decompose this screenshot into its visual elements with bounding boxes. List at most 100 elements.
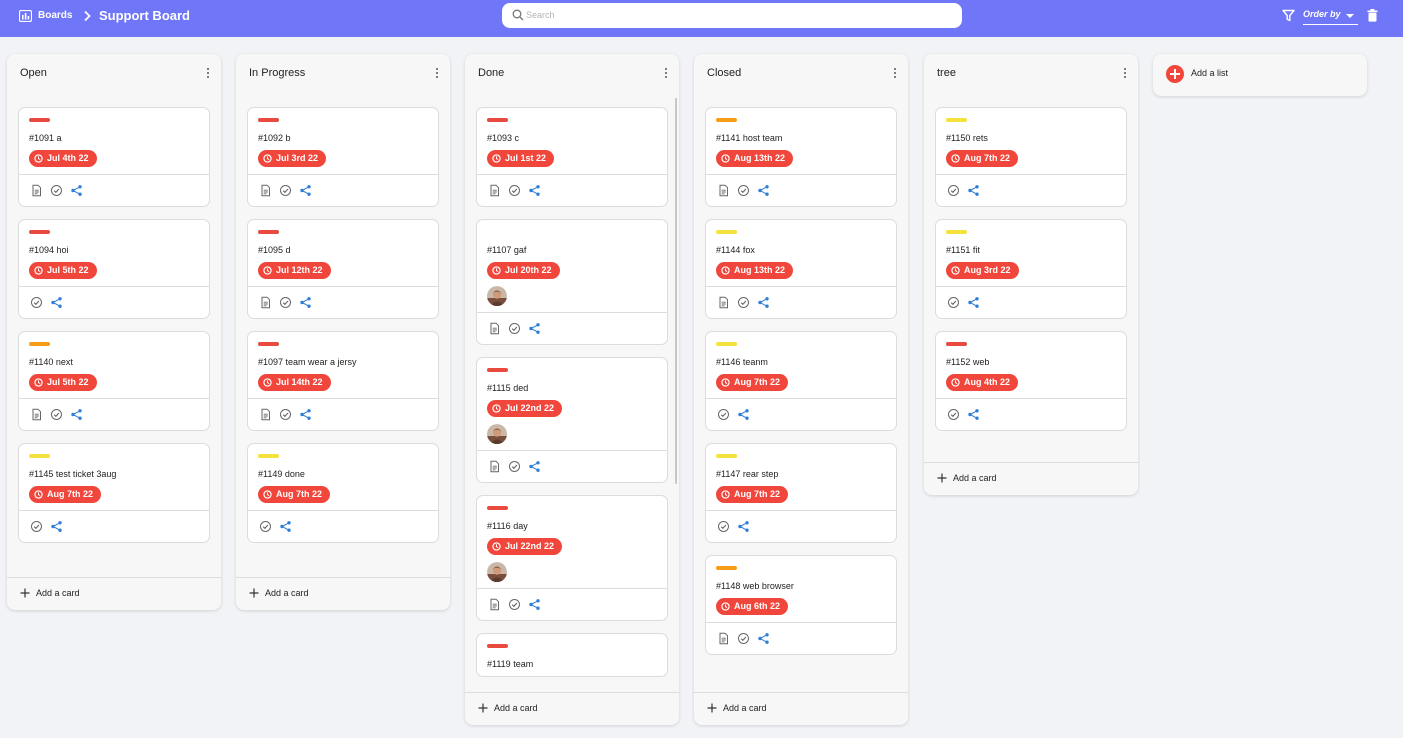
- breadcrumb-boards-link[interactable]: Boards: [38, 9, 72, 23]
- description-icon[interactable]: [488, 322, 501, 335]
- ticket-card[interactable]: #1091 a Jul 4th 22: [18, 107, 210, 207]
- check-circle-icon[interactable]: [947, 408, 960, 421]
- check-circle-icon[interactable]: [737, 296, 750, 309]
- ticket-card[interactable]: #1107 gaf Jul 20th 22: [476, 219, 668, 345]
- add-card-button[interactable]: Add a card: [465, 692, 679, 724]
- scrollbar[interactable]: [675, 98, 677, 484]
- check-circle-icon[interactable]: [279, 184, 292, 197]
- check-circle-icon[interactable]: [508, 322, 521, 335]
- check-circle-icon[interactable]: [279, 408, 292, 421]
- ticket-card[interactable]: #1150 rets Aug 7th 22: [935, 107, 1127, 207]
- ticket-card[interactable]: #1093 c Jul 1st 22: [476, 107, 668, 207]
- share-icon[interactable]: [50, 296, 63, 309]
- description-icon[interactable]: [259, 408, 272, 421]
- share-icon[interactable]: [70, 184, 83, 197]
- check-circle-icon[interactable]: [30, 520, 43, 533]
- description-icon[interactable]: [717, 184, 730, 197]
- description-icon[interactable]: [259, 296, 272, 309]
- description-icon[interactable]: [717, 632, 730, 645]
- priority-indicator: [258, 454, 279, 458]
- ticket-card[interactable]: #1144 fox Aug 13th 22: [705, 219, 897, 319]
- ticket-card[interactable]: #1152 web Aug 4th 22: [935, 331, 1127, 431]
- check-circle-icon[interactable]: [259, 520, 272, 533]
- share-icon[interactable]: [299, 408, 312, 421]
- search-box[interactable]: [502, 3, 962, 28]
- more-vert-icon[interactable]: [433, 68, 441, 80]
- share-icon[interactable]: [299, 296, 312, 309]
- boards-icon[interactable]: [19, 10, 32, 22]
- share-icon[interactable]: [50, 520, 63, 533]
- filter-icon[interactable]: [1282, 9, 1295, 22]
- share-icon[interactable]: [737, 520, 750, 533]
- more-vert-icon[interactable]: [204, 68, 212, 80]
- ticket-card[interactable]: #1141 host team Aug 13th 22: [705, 107, 897, 207]
- card-container: #1091 a Jul 4th 22 #1094 hoi Jul 5th 22 #114…: [18, 107, 210, 607]
- check-circle-icon[interactable]: [508, 184, 521, 197]
- ticket-card[interactable]: #1151 fit Aug 3rd 22: [935, 219, 1127, 319]
- add-card-button[interactable]: Add a card: [7, 577, 221, 609]
- ticket-card[interactable]: #1119 team: [476, 633, 668, 677]
- check-circle-icon[interactable]: [508, 460, 521, 473]
- check-circle-icon[interactable]: [717, 408, 730, 421]
- ticket-card[interactable]: #1148 web browser Aug 6th 22: [705, 555, 897, 655]
- ticket-card[interactable]: #1095 d Jul 12th 22: [247, 219, 439, 319]
- check-circle-icon[interactable]: [947, 184, 960, 197]
- share-icon[interactable]: [528, 460, 541, 473]
- share-icon[interactable]: [967, 296, 980, 309]
- check-circle-icon[interactable]: [717, 520, 730, 533]
- share-icon[interactable]: [299, 184, 312, 197]
- share-icon[interactable]: [70, 408, 83, 421]
- ticket-card[interactable]: #1094 hoi Jul 5th 22: [18, 219, 210, 319]
- check-circle-icon[interactable]: [50, 408, 63, 421]
- check-circle-icon[interactable]: [508, 598, 521, 611]
- description-icon[interactable]: [488, 460, 501, 473]
- due-date-badge: Aug 7th 22: [946, 150, 1019, 167]
- ticket-card[interactable]: #1146 teanm Aug 7th 22: [705, 331, 897, 431]
- avatar[interactable]: [487, 424, 507, 444]
- check-circle-icon[interactable]: [279, 296, 292, 309]
- ticket-card[interactable]: #1149 done Aug 7th 22: [247, 443, 439, 543]
- share-icon[interactable]: [528, 322, 541, 335]
- more-vert-icon[interactable]: [1121, 68, 1129, 80]
- check-circle-icon[interactable]: [737, 632, 750, 645]
- description-icon[interactable]: [30, 408, 43, 421]
- description-icon[interactable]: [488, 184, 501, 197]
- card-actions: [706, 286, 896, 318]
- ticket-card[interactable]: #1140 next Jul 5th 22: [18, 331, 210, 431]
- share-icon[interactable]: [279, 520, 292, 533]
- ticket-card[interactable]: #1097 team wear a jersy Jul 14th 22: [247, 331, 439, 431]
- description-icon[interactable]: [259, 184, 272, 197]
- order-by-select[interactable]: Order by: [1303, 8, 1358, 25]
- ticket-card[interactable]: #1145 test ticket 3aug Aug 7th 22: [18, 443, 210, 543]
- check-circle-icon[interactable]: [30, 296, 43, 309]
- add-list-button[interactable]: Add a list: [1153, 54, 1367, 96]
- search-input[interactable]: [526, 7, 946, 23]
- share-icon[interactable]: [757, 632, 770, 645]
- ticket-card[interactable]: #1116 day Jul 22nd 22: [476, 495, 668, 621]
- share-icon[interactable]: [967, 184, 980, 197]
- more-vert-icon[interactable]: [662, 68, 670, 80]
- share-icon[interactable]: [757, 296, 770, 309]
- share-icon[interactable]: [528, 598, 541, 611]
- description-icon[interactable]: [30, 184, 43, 197]
- add-card-button[interactable]: Add a card: [924, 462, 1138, 494]
- share-icon[interactable]: [967, 408, 980, 421]
- description-icon[interactable]: [717, 296, 730, 309]
- more-vert-icon[interactable]: [891, 68, 899, 80]
- add-card-button[interactable]: Add a card: [236, 577, 450, 609]
- ticket-card[interactable]: #1147 rear step Aug 7th 22: [705, 443, 897, 543]
- share-icon[interactable]: [528, 184, 541, 197]
- check-circle-icon[interactable]: [737, 184, 750, 197]
- description-icon[interactable]: [488, 598, 501, 611]
- add-card-button[interactable]: Add a card: [694, 692, 908, 724]
- ticket-card[interactable]: #1092 b Jul 3rd 22: [247, 107, 439, 207]
- check-circle-icon[interactable]: [50, 184, 63, 197]
- trash-icon[interactable]: [1367, 9, 1378, 22]
- share-icon[interactable]: [737, 408, 750, 421]
- check-circle-icon[interactable]: [947, 296, 960, 309]
- ticket-card[interactable]: #1115 ded Jul 22nd 22: [476, 357, 668, 483]
- avatar[interactable]: [487, 562, 507, 582]
- share-icon[interactable]: [757, 184, 770, 197]
- avatar[interactable]: [487, 286, 507, 306]
- card-title: #1150 rets: [946, 133, 988, 143]
